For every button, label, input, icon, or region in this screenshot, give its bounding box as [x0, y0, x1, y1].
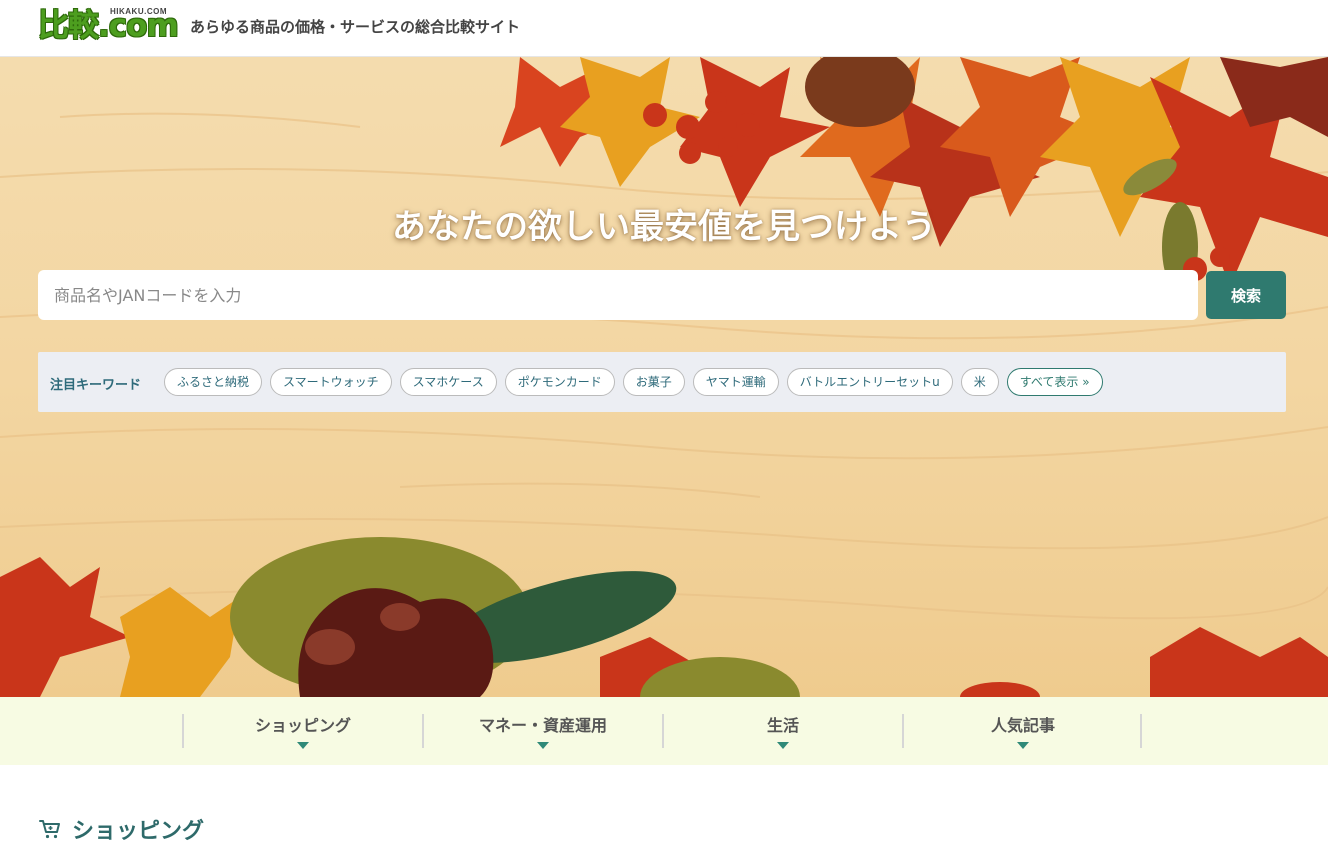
category-label: 人気記事: [990, 716, 1055, 735]
hero-title: あなたの欲しい最安値を見つけよう: [392, 207, 936, 247]
trending-keywords-label: 注目キーワード: [50, 378, 142, 393]
category-label: ショッピング: [254, 716, 351, 735]
site-logo[interactable]: 比較.com HIKAKU.COM: [38, 6, 179, 46]
show-all-keywords-button[interactable]: すべて表示 »: [1006, 368, 1103, 396]
category-nav: ショッピング マネー・資産運用 生活 人気記事: [0, 697, 1328, 765]
site-header: 比較.com HIKAKU.COM あらゆる商品の価格・サービスの総合比較サイト: [0, 0, 1328, 57]
hero-banner: あなたの欲しい最安値を見つけよう 検索 注目キーワード ふるさと納税 スマートウ…: [0, 57, 1328, 697]
keyword-chip[interactable]: スマホケース: [399, 368, 497, 396]
chevron-down-icon: [1017, 742, 1029, 749]
category-label: マネー・資産運用: [478, 716, 607, 735]
category-tab-popular-articles[interactable]: 人気記事: [902, 714, 1142, 749]
category-tab-life[interactable]: 生活: [662, 714, 902, 749]
search-input[interactable]: [38, 270, 1198, 320]
keyword-chip[interactable]: バトルエントリーセットu: [786, 368, 953, 396]
keyword-chip[interactable]: ポケモンカード: [504, 368, 615, 396]
site-tagline: あらゆる商品の価格・サービスの総合比較サイト: [190, 18, 521, 36]
logo-subtext: HIKAKU.COM: [110, 7, 167, 16]
category-tab-money[interactable]: マネー・資産運用: [422, 714, 662, 749]
keyword-chip[interactable]: ふるさと納税: [164, 368, 263, 396]
cart-icon: [39, 820, 60, 839]
keyword-chip[interactable]: 米: [960, 368, 999, 396]
trending-keywords-list: ふるさと納税 スマートウォッチ スマホケース ポケモンカード お菓子 ヤマト運輸…: [164, 368, 1103, 396]
section-heading: ショッピング: [38, 812, 204, 846]
chevron-down-icon: [777, 742, 789, 749]
section-title: ショッピング: [72, 819, 205, 844]
keyword-chip[interactable]: お菓子: [622, 368, 685, 396]
search-button[interactable]: 検索: [1206, 271, 1286, 319]
trending-keywords-bar: 注目キーワード ふるさと納税 スマートウォッチ スマホケース ポケモンカード お…: [38, 352, 1286, 412]
keyword-chip[interactable]: スマートウォッチ: [270, 368, 392, 396]
category-tab-shopping[interactable]: ショッピング: [182, 714, 422, 749]
category-label: 生活: [766, 716, 799, 735]
chevron-down-icon: [297, 742, 309, 749]
keyword-chip[interactable]: ヤマト運輸: [692, 368, 779, 396]
chevron-down-icon: [537, 742, 549, 749]
nav-divider: [1140, 714, 1142, 748]
